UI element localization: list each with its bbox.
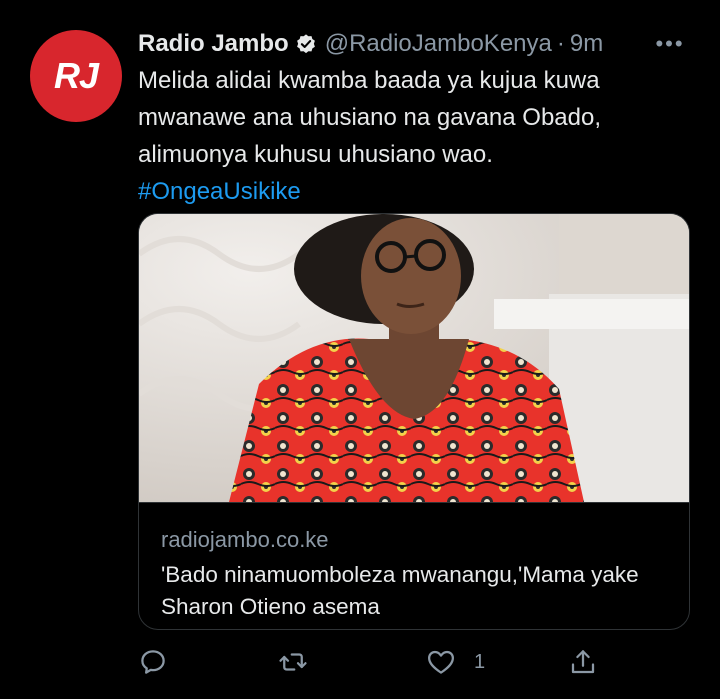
card-footer[interactable]: radiojambo.co.ke 'Bado ninamuomboleza mw…: [139, 502, 689, 629]
link-card[interactable]: radiojambo.co.ke 'Bado ninamuomboleza mw…: [138, 213, 690, 630]
like-button[interactable]: 1: [426, 640, 485, 684]
card-title[interactable]: 'Bado ninamuomboleza mwanangu,'Mama yake…: [161, 559, 671, 623]
tweet-text: Melida alidai kwamba baada ya kujua kuwa…: [138, 62, 683, 210]
retweet-icon: [279, 653, 307, 671]
avatar[interactable]: RJ: [30, 30, 122, 122]
like-count: 1: [474, 650, 486, 673]
tweet-header: Radio Jambo @RadioJamboKenya · 9m: [138, 28, 603, 60]
card-image[interactable]: [139, 214, 689, 502]
like-icon: [428, 650, 454, 674]
tweet-actions: 1: [138, 640, 608, 684]
verified-badge-icon: [296, 34, 315, 54]
tweet-timestamp[interactable]: 9m: [570, 30, 603, 58]
header-separator: ·: [556, 30, 565, 57]
account-name[interactable]: Radio Jambo: [138, 30, 289, 58]
reply-button[interactable]: [138, 640, 168, 684]
account-handle[interactable]: @RadioJamboKenya: [325, 30, 552, 58]
tweet-text-line-2: mwanawe ana uhusiano na gavana Obado,: [138, 104, 602, 131]
share-button[interactable]: [568, 640, 598, 684]
hashtag-link[interactable]: #OngeaUsikike: [138, 173, 683, 210]
avatar-logo-text: RJ: [53, 55, 99, 96]
card-domain: radiojambo.co.ke: [161, 527, 329, 552]
share-icon: [571, 650, 595, 674]
reply-icon: [141, 650, 165, 674]
tweet-text-line-3: alimuonya kuhusu uhusiano wao.: [138, 141, 493, 168]
radio-jambo-logo: RJ: [30, 30, 122, 122]
photo-woman-red-dress-icon: [139, 214, 689, 502]
tweet-text-line-1: Melida alidai kwamba baada ya kujua kuwa: [138, 67, 600, 94]
more-options-icon[interactable]: •••: [652, 30, 688, 58]
retweet-button[interactable]: [278, 640, 308, 684]
tweet[interactable]: RJ Radio Jambo @RadioJamboKenya · 9m •••…: [0, 0, 720, 699]
